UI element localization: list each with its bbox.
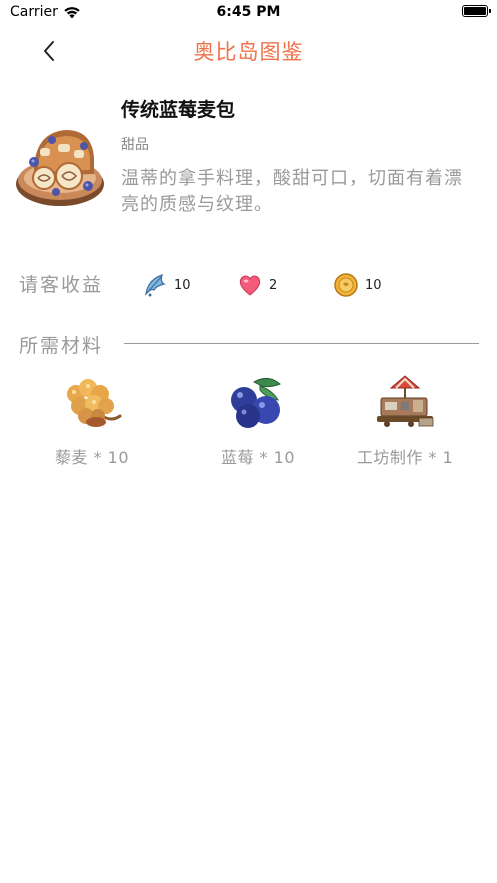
reward-feather: 10 — [142, 271, 191, 299]
battery-level — [464, 7, 486, 15]
navigation-bar: 奥比岛图鉴 — [0, 28, 497, 72]
item-image — [14, 118, 108, 212]
materials-label: 所需材料 — [19, 335, 104, 357]
status-time: 6:45 PM — [216, 4, 281, 20]
workshop-icon — [377, 375, 434, 427]
material-label: 工坊制作 * 1 — [356, 448, 454, 467]
material-item[interactable]: 藜麦 * 10 — [22, 372, 162, 468]
item-description: 温蒂的拿手料理，酸甜可口，切面有着漂亮的质感与纹理。 — [121, 168, 463, 215]
section-divider — [124, 343, 479, 344]
blueberry-bread-icon — [16, 130, 104, 206]
status-bar: Carrier 6:45 PM — [0, 0, 497, 28]
item-name: 传统蓝莓麦包 — [121, 99, 236, 121]
page-title: 奥比岛图鉴 — [193, 40, 304, 64]
material-item[interactable]: 蓝莓 * 10 — [188, 372, 328, 468]
quinoa-icon — [67, 379, 122, 427]
reward-value: 2 — [269, 277, 278, 293]
reward-value: 10 — [174, 277, 191, 293]
feather-icon — [145, 274, 166, 297]
reward-value: 10 — [365, 277, 382, 293]
coin-icon — [334, 273, 358, 297]
reward-coin: 10 — [333, 271, 382, 299]
rewards-label: 请客收益 — [19, 274, 104, 296]
blueberry-icon — [231, 378, 281, 428]
item-category: 甜品 — [121, 137, 149, 153]
material-item[interactable]: 工坊制作 * 1 — [335, 372, 475, 468]
battery-icon — [462, 5, 491, 17]
material-label: 蓝莓 * 10 — [220, 448, 296, 467]
material-label: 藜麦 * 10 — [54, 448, 130, 467]
heart-icon — [239, 275, 261, 296]
reward-heart: 2 — [237, 271, 277, 299]
